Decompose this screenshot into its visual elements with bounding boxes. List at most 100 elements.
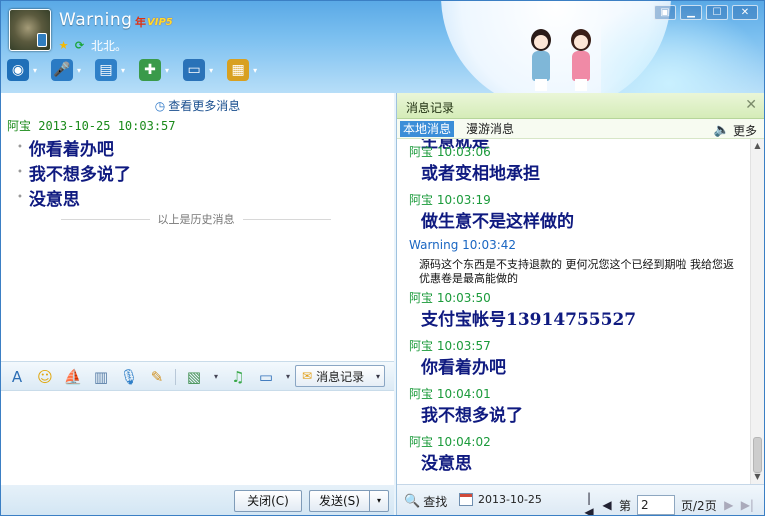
chevron-down-icon[interactable]: ▾	[209, 66, 213, 75]
bullet-icon: •	[17, 142, 23, 153]
toolbar-remote-assist-button[interactable]: ▭ ▾	[183, 59, 213, 81]
history-message: • 你看着办吧	[17, 135, 131, 160]
message-history-label: 消息记录	[316, 369, 365, 384]
history-scrollbar[interactable]: ▲ ▼	[750, 139, 764, 484]
more-messages-link[interactable]: ◷ 查看更多消息	[1, 97, 394, 114]
send-options-dropdown[interactable]: ▾	[369, 490, 389, 512]
skin-figure-girl	[567, 29, 595, 91]
apps-icon: ▦	[227, 59, 250, 81]
entry-sender-time: 阿宝 10:04:02	[409, 435, 491, 449]
chevron-down-icon[interactable]: ▾	[376, 372, 380, 381]
chevron-down-icon[interactable]: ▾	[33, 66, 37, 75]
video-call-icon: ◉	[7, 59, 29, 81]
date-label: 2013-10-25	[478, 493, 542, 506]
screen-capture-icon[interactable]: ▥	[91, 367, 111, 387]
format-toolbar: A ☺ ⛵ ▥ 🎙 ✎ ▧ ▾ ♫ ▭ ▾ ✉ 消息记录 ▾	[1, 361, 394, 391]
toolbar-send-file-button[interactable]: ▤ ▾	[95, 59, 125, 81]
skin-figure-boy	[527, 29, 555, 91]
message-history-button[interactable]: ✉ 消息记录 ▾	[295, 365, 385, 387]
font-icon[interactable]: A	[7, 367, 27, 387]
last-page-icon[interactable]: ▶|	[741, 498, 754, 512]
first-page-icon[interactable]: |◀	[583, 491, 595, 515]
history-message: • 我不想多说了	[17, 160, 131, 185]
history-message-text: 我不想多说了	[28, 165, 131, 185]
date-picker[interactable]: 2013-10-25	[459, 493, 542, 506]
page-suffix: 页/2页	[681, 498, 717, 513]
scroll-down-icon[interactable]: ▼	[751, 470, 764, 484]
entry-sender-time: 阿宝 10:03:57	[409, 339, 491, 353]
gallery-icon[interactable]: ▧	[184, 367, 204, 387]
signature-text[interactable]: 北北。	[91, 37, 127, 54]
create-group-icon: ✚	[139, 59, 162, 81]
minimize-icon[interactable]: ▁	[680, 5, 702, 20]
more-button[interactable]: 🔈 更多	[714, 122, 757, 139]
voice-message-icon[interactable]: 🎙	[119, 367, 139, 387]
page-prefix: 第	[619, 498, 632, 513]
entry-message-text: 源码这个东西是不支持退款的 更何况您这个已经到期啦 我给您返优惠卷是最高能做的	[419, 258, 734, 285]
chevron-down-icon[interactable]: ▾	[77, 66, 81, 75]
history-message-text: 你看着办吧	[28, 140, 114, 160]
emoji-icon[interactable]: ☺	[35, 367, 55, 387]
prev-page-icon[interactable]: ◀	[601, 498, 613, 512]
toolbar-apps-button[interactable]: ▦ ▾	[227, 59, 257, 81]
star-icon[interactable]: ★	[57, 39, 70, 52]
close-icon[interactable]: ✕	[745, 97, 757, 113]
contact-name[interactable]: Warning	[59, 10, 132, 30]
message-input[interactable]	[1, 391, 394, 485]
contact-status-row: ★ ⟳ 北北。	[57, 37, 127, 54]
vip-badge[interactable]: 年 VIP5	[135, 14, 173, 30]
page-number-input[interactable]: 2	[637, 495, 676, 515]
find-label: 查找	[423, 495, 448, 509]
toolbar-voice-call-button[interactable]: 🎤 ▾	[51, 59, 81, 81]
chat-toolbar: ◉ ▾ 🎤 ▾ ▤ ▾ ✚ ▾ ▭ ▾ ▦ ▾	[7, 59, 257, 81]
chevron-down-icon[interactable]: ▾	[121, 66, 125, 75]
close-button[interactable]: 关闭(C)	[234, 490, 302, 512]
scroll-thumb[interactable]	[753, 437, 762, 473]
remote-screen-icon[interactable]: ▭	[256, 367, 276, 387]
skin-icon[interactable]: ▣	[654, 5, 676, 20]
chevron-down-icon[interactable]: ▾	[284, 367, 292, 387]
bullet-icon: •	[17, 192, 23, 203]
maximize-icon[interactable]: ☐	[706, 5, 728, 20]
remote-assist-icon: ▭	[183, 59, 206, 81]
entry-message-text: 支付宝帐号13914755527	[421, 310, 637, 330]
window-header: Warning 年 VIP5 ★ ⟳ 北北。 ▣ ▁ ☐ ✕ ◉ ▾ 🎤 ▾ ▤ ▾ ✚ ▾ ▭…	[1, 1, 764, 93]
entry-message-text: 我不想多说了	[421, 406, 523, 426]
tab-roaming-messages[interactable]: 漫游消息	[463, 121, 517, 137]
pagination: |◀ ◀ 第 2 页/2页 ▶ ▶|	[583, 491, 754, 515]
entry-message-text: 你看着办吧	[421, 358, 506, 378]
tab-local-messages[interactable]: 本地消息	[400, 121, 455, 137]
history-panel-header: 消息记录 ✕	[397, 93, 764, 119]
next-page-icon[interactable]: ▶	[723, 498, 735, 512]
mobile-online-icon	[37, 33, 47, 47]
history-message: • 没意思	[17, 185, 131, 210]
history-message-list: • 你看着办吧 • 我不想多说了 • 没意思	[17, 135, 131, 210]
send-image-icon[interactable]: ✎	[147, 367, 167, 387]
toolbar-create-group-button[interactable]: ✚ ▾	[139, 59, 169, 81]
send-file-icon: ▤	[95, 59, 118, 81]
vip-level-label: VIP5	[147, 16, 173, 28]
bullet-icon: •	[17, 167, 23, 178]
chevron-down-icon[interactable]: ▾	[253, 66, 257, 75]
qq-service-icon[interactable]: ⟳	[73, 39, 86, 52]
magic-expression-icon[interactable]: ⛵	[63, 367, 83, 387]
chevron-down-icon[interactable]: ▾	[165, 66, 169, 75]
toolbar-separator	[175, 369, 176, 385]
more-label: 更多	[732, 124, 757, 138]
scroll-up-icon[interactable]: ▲	[751, 139, 764, 153]
music-icon[interactable]: ♫	[228, 367, 248, 387]
chat-panel: ◷ 查看更多消息 阿宝 2013-10-25 10:03:57 • 你看着办吧 • 我不…	[1, 93, 394, 515]
entry-sender-time: 阿宝 10:04:01	[409, 387, 491, 401]
contact-avatar[interactable]	[9, 9, 51, 51]
history-icon: ✉	[302, 369, 313, 383]
send-button[interactable]: 发送(S)	[309, 490, 369, 512]
find-button[interactable]: 🔍 查找	[404, 493, 447, 510]
more-messages-label[interactable]: 查看更多消息	[168, 99, 240, 113]
history-tabs: 本地消息 漫游消息 🔈 更多	[397, 119, 764, 139]
close-icon[interactable]: ✕	[732, 5, 758, 20]
speaker-icon[interactable]: 🔈	[714, 123, 730, 138]
toolbar-video-call-button[interactable]: ◉ ▾	[7, 59, 37, 81]
history-divider-label: 以上是历史消息	[157, 213, 235, 226]
chevron-down-icon[interactable]: ▾	[212, 367, 220, 387]
format-icon-row: A ☺ ⛵ ▥ 🎙 ✎ ▧ ▾ ♫ ▭ ▾	[7, 367, 292, 387]
